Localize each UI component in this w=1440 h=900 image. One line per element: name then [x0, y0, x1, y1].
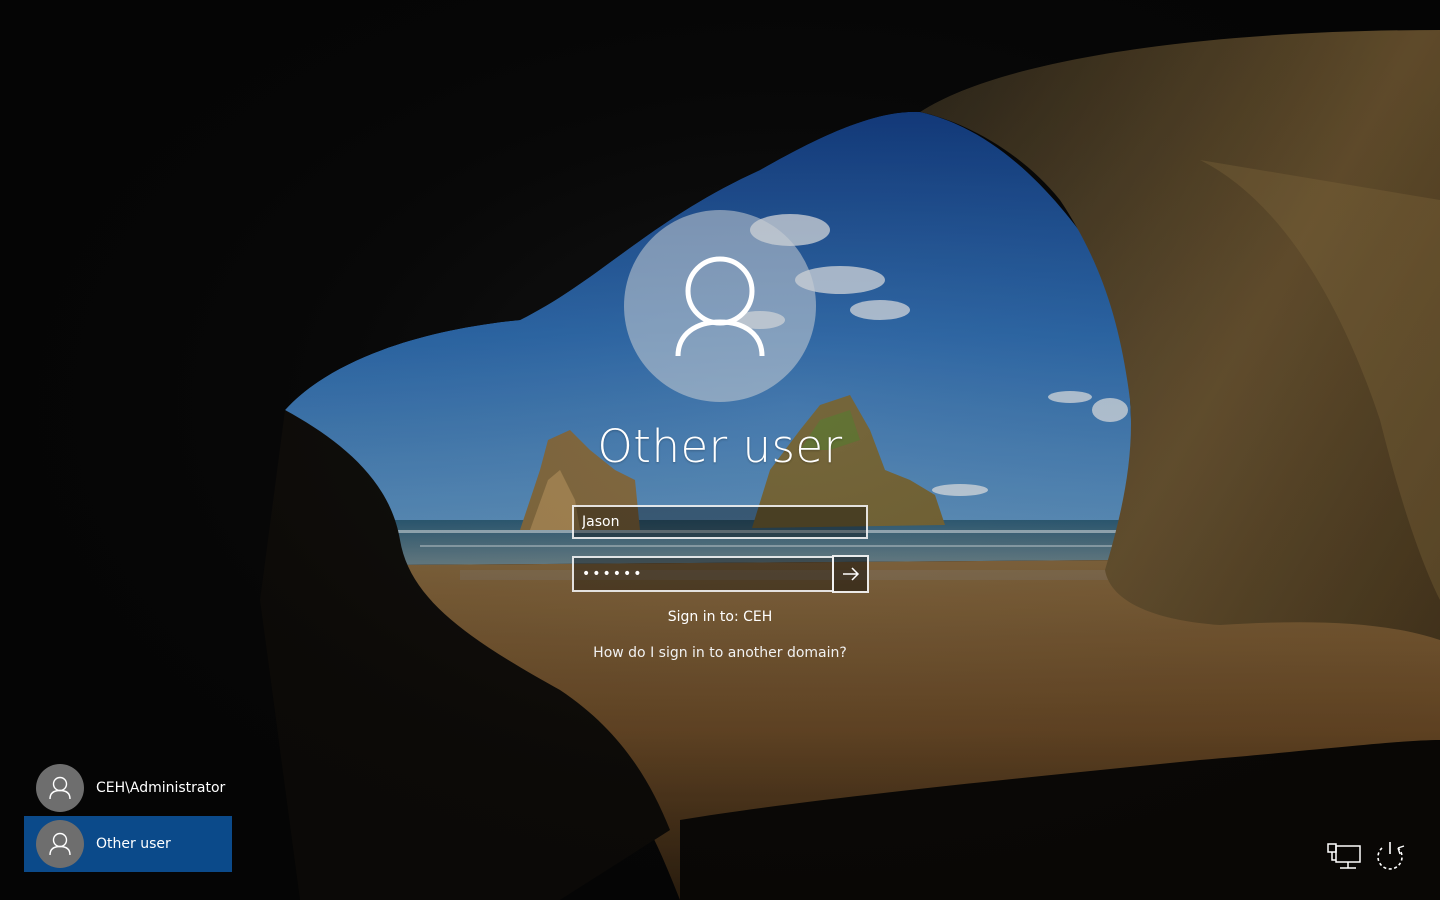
- user-avatar-large: [624, 210, 816, 402]
- user-list: CEH\Administrator Other user: [24, 760, 232, 872]
- user-item-other-user[interactable]: Other user: [24, 816, 232, 872]
- user-item-administrator[interactable]: CEH\Administrator: [24, 760, 232, 816]
- user-item-label: Other user: [96, 836, 171, 852]
- network-button[interactable]: [1326, 838, 1362, 874]
- user-avatar: [36, 820, 84, 868]
- network-icon: [1327, 843, 1361, 869]
- user-icon: [675, 256, 765, 357]
- user-icon: [49, 832, 71, 856]
- user-avatar: [36, 764, 84, 812]
- login-screen: Other user Sign in to: CEH How do I sign…: [0, 0, 1440, 900]
- power-button[interactable]: [1372, 838, 1408, 874]
- user-icon: [49, 776, 71, 800]
- submit-button[interactable]: [832, 555, 869, 593]
- another-domain-link[interactable]: How do I sign in to another domain?: [470, 645, 970, 661]
- password-input[interactable]: [572, 556, 834, 592]
- power-icon: [1377, 842, 1405, 870]
- arrow-right-icon: [842, 567, 859, 581]
- display-name: Other user: [597, 420, 843, 473]
- user-item-label: CEH\Administrator: [96, 780, 226, 796]
- signin-domain-text: Sign in to: CEH: [667, 609, 773, 625]
- username-input[interactable]: [572, 505, 868, 539]
